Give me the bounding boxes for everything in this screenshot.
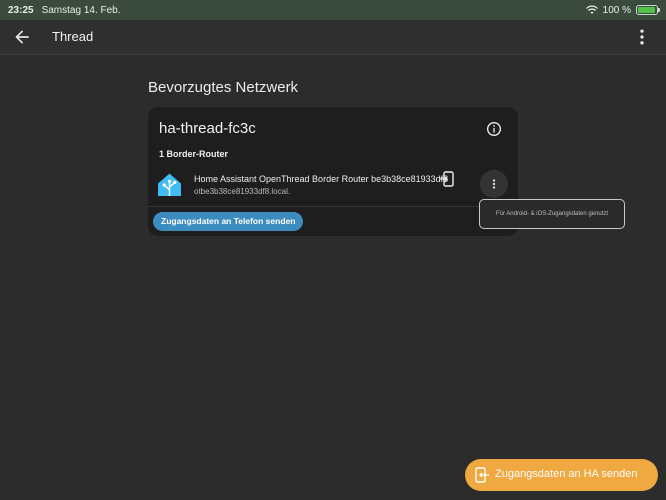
send-to-ha-label: Zugangsdaten an HA senden: [495, 468, 638, 480]
send-to-ha-button[interactable]: Zugangsdaten an HA senden: [465, 459, 658, 491]
info-icon[interactable]: [486, 121, 502, 137]
router-name: Home Assistant OpenThread Border Router …: [194, 174, 449, 184]
status-right: 100 %: [585, 0, 660, 20]
network-card: ha-thread-fc3c 1 Border-Router Home Assi…: [148, 107, 518, 236]
home-assistant-icon: [158, 173, 181, 196]
dots-vertical-icon: [492, 179, 496, 189]
send-to-phone-button[interactable]: Zugangsdaten an Telefon senden: [153, 212, 304, 231]
credentials-tooltip: Für Android- & iOS-Zugangsdaten genutzt: [479, 199, 625, 229]
card-divider: [148, 206, 518, 207]
phone-credentials-icon: [475, 467, 489, 483]
phone-credentials-icon: [440, 171, 454, 187]
battery-icon: [636, 5, 660, 15]
status-date: Samstag 14. Feb.: [41, 4, 121, 16]
router-menu-button[interactable]: [480, 170, 508, 198]
arrow-left-icon[interactable]: [12, 27, 32, 47]
top-toolbar: Thread: [0, 20, 666, 55]
router-host: otbe3b38ce81933df8.local.: [194, 187, 291, 196]
status-bar: 23:25 Samstag 14. Feb. 100 %: [0, 0, 666, 20]
page-title: Thread: [52, 29, 94, 44]
status-time: 23:25: [8, 4, 34, 16]
section-title: Bevorzugtes Netzwerk: [148, 79, 299, 96]
battery-percent: 100 %: [602, 4, 631, 16]
wifi-icon: [585, 5, 598, 14]
network-name: ha-thread-fc3c: [159, 120, 256, 137]
router-count: 1 Border-Router: [159, 149, 229, 159]
dots-vertical-icon[interactable]: [632, 27, 652, 47]
